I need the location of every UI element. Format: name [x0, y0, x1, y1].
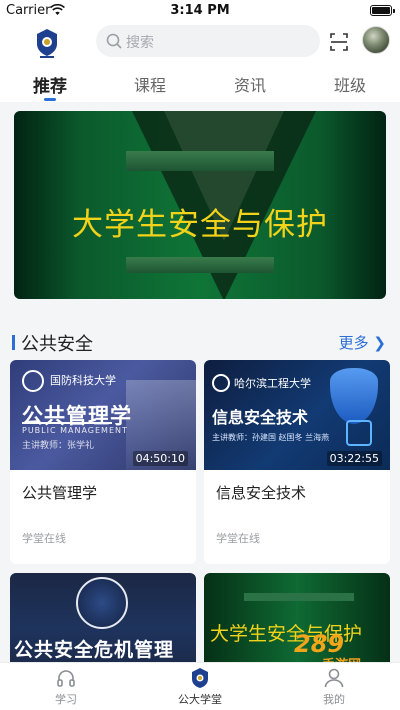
banner-decoration — [126, 257, 274, 273]
search-input[interactable]: 搜索 — [96, 25, 320, 57]
lock-icon — [346, 420, 372, 446]
more-label: 更多 — [338, 334, 369, 352]
university-emblem-icon — [212, 374, 230, 392]
course-title: 公共管理学 — [22, 484, 98, 502]
header: 搜索 — [0, 22, 400, 62]
banner-carousel[interactable]: 大学生安全与保护 — [14, 111, 386, 299]
course-title: 信息安全技术 — [216, 484, 307, 502]
search-placeholder: 搜索 — [126, 35, 154, 51]
nav-campus[interactable]: 公大学堂 — [160, 667, 240, 707]
active-tab-indicator — [44, 98, 56, 101]
thumb-title: 公共安全危机管理 — [14, 639, 175, 661]
nav-label: 公大学堂 — [178, 693, 222, 706]
course-thumbnail: 公共安全危机管理 — [10, 573, 196, 673]
search-icon — [106, 33, 122, 49]
clock: 3:14 PM — [170, 3, 230, 18]
campus-emblem-icon[interactable] — [34, 27, 60, 59]
thumb-university: 国防科技大学 — [50, 374, 116, 387]
course-card[interactable]: 国防科技大学 公共管理学 PUBLIC MANAGEMENT 主讲教师：张学礼 … — [10, 360, 196, 564]
thumb-english: PUBLIC MANAGEMENT — [22, 426, 128, 435]
banner-title: 大学生安全与保护 — [72, 207, 328, 243]
tab-bar: 推荐 课程 资讯 班级 — [0, 62, 400, 102]
university-emblem-icon — [22, 370, 44, 392]
course-card[interactable]: 哈尔滨工程大学 信息安全技术 主讲教师：孙建国 赵国冬 兰海燕 03:22:55… — [204, 360, 390, 564]
course-thumbnail: 国防科技大学 公共管理学 PUBLIC MANAGEMENT 主讲教师：张学礼 … — [10, 360, 196, 470]
user-icon — [324, 668, 344, 688]
avatar[interactable] — [362, 26, 390, 54]
shield-icon — [330, 368, 378, 424]
video-duration: 04:50:10 — [132, 451, 188, 466]
campus-emblem-icon — [192, 668, 208, 688]
nav-mine[interactable]: 我的 — [294, 667, 374, 707]
scan-icon[interactable] — [330, 33, 348, 51]
status-bar: Carrier 3:14 PM — [0, 0, 400, 22]
headphones-icon — [57, 670, 75, 687]
course-source: 学堂在线 — [22, 532, 66, 545]
thumb-teacher: 主讲教师：孙建国 赵国冬 兰海燕 — [212, 433, 330, 442]
section-accent-bar — [12, 335, 15, 350]
course-card[interactable]: 大学生安全与保护 — [204, 573, 390, 673]
course-thumbnail: 大学生安全与保护 — [204, 573, 390, 673]
course-thumbnail: 哈尔滨工程大学 信息安全技术 主讲教师：孙建国 赵国冬 兰海燕 03:22:55 — [204, 360, 390, 470]
nav-label: 学习 — [55, 693, 77, 706]
thumb-teacher: 主讲教师：张学礼 — [22, 441, 95, 451]
thumb-divider — [22, 422, 112, 424]
tab-recommend[interactable]: 推荐 — [20, 72, 80, 97]
battery-icon — [370, 5, 395, 16]
tab-courses[interactable]: 课程 — [120, 72, 180, 96]
section-header: 公共安全 更多 ❯ — [0, 320, 400, 364]
tab-classes[interactable]: 班级 — [320, 72, 380, 96]
nav-study[interactable]: 学习 — [26, 667, 106, 707]
thumb-title: 信息安全技术 — [212, 408, 309, 427]
bottom-nav: 学习 公大学堂 我的 — [0, 662, 400, 710]
police-university-seal-icon — [76, 577, 128, 629]
video-duration: 03:22:55 — [326, 451, 382, 466]
course-source: 学堂在线 — [216, 532, 260, 545]
more-link[interactable]: 更多 ❯ — [339, 332, 386, 353]
thumb-decoration — [244, 593, 354, 601]
chevron-right-icon: ❯ — [373, 334, 386, 352]
thumb-university: 哈尔滨工程大学 — [234, 377, 311, 390]
section-title: 公共安全 — [21, 334, 93, 355]
nav-label: 我的 — [323, 693, 345, 706]
course-card[interactable]: 公共安全危机管理 — [10, 573, 196, 673]
tab-news[interactable]: 资讯 — [220, 72, 280, 96]
banner-decoration — [126, 151, 274, 171]
